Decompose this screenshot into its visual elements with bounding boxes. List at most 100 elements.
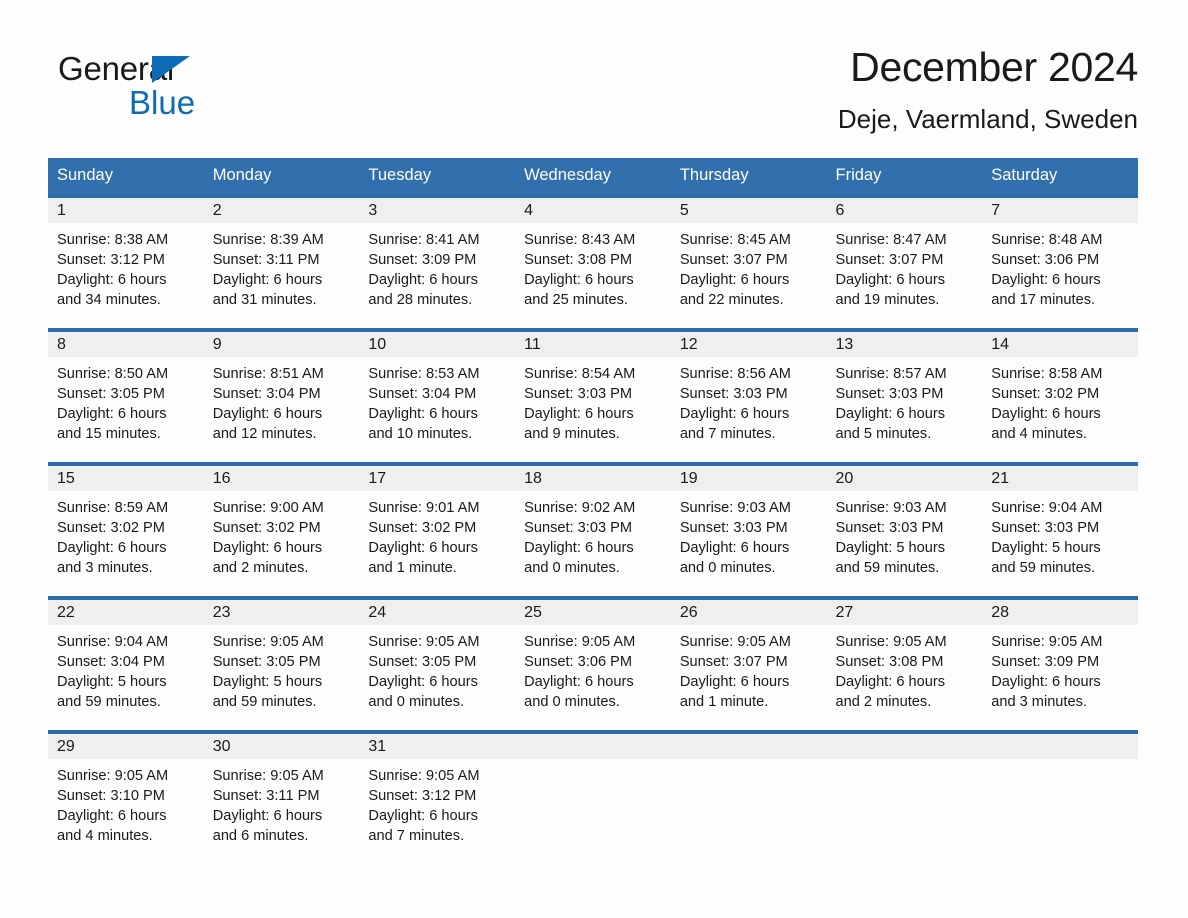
daylight-text-line1: Daylight: 6 hours (679, 674, 790, 691)
daylight-text-line2: and 31 minutes. (212, 292, 317, 309)
calendar-day-cell[interactable]: 4 Sunrise: 8:43 AM Sunset: 3:08 PM Daylight… (515, 194, 671, 331)
sunrise-text: Sunrise: 9:03 AM (835, 500, 947, 517)
calendar-day-cell[interactable]: 19 Sunrise: 9:03 AM Sunset: 3:03 PM Dayligh… (670, 462, 827, 599)
day-number: 15 (48, 466, 204, 492)
calendar-day-cell[interactable]: 31 Sunrise: 9:05 AM Sunset: 3:12 PM Dayligh… (359, 730, 516, 867)
daylight-text-line1: Daylight: 6 hours (212, 540, 323, 557)
calendar-day-cell[interactable]: 21 Sunrise: 9:04 AM Sunset: 3:03 PM Dayligh… (982, 462, 1138, 599)
day-number: 30 (203, 734, 360, 760)
calendar-day-cell[interactable]: 8 Sunrise: 8:50 AM Sunset: 3:05 PM Daylight… (48, 328, 204, 465)
daylight-text-line2: and 19 minutes. (835, 292, 940, 309)
day-details: Sunrise: 8:38 AM Sunset: 3:12 PM Daylight:… (48, 223, 204, 310)
day-details: Sunrise: 8:56 AM Sunset: 3:03 PM Daylight:… (671, 357, 827, 444)
calendar-day-cell[interactable]: 12 Sunrise: 8:56 AM Sunset: 3:03 PM Dayligh… (670, 328, 827, 465)
sunset-text: Sunset: 3:02 PM (212, 520, 321, 537)
calendar-day-cell[interactable]: 5 Sunrise: 8:45 AM Sunset: 3:07 PM Daylight… (670, 194, 827, 331)
weekday-header-thursday: Thursday (670, 158, 827, 197)
page-title: December 2024 (850, 44, 1138, 90)
daylight-text-line1: Daylight: 6 hours (835, 406, 946, 423)
sunrise-text: Sunrise: 9:05 AM (991, 634, 1103, 651)
day-details: Sunrise: 8:41 AM Sunset: 3:09 PM Daylight:… (359, 223, 515, 310)
day-details: Sunrise: 8:53 AM Sunset: 3:04 PM Daylight:… (359, 357, 515, 444)
daylight-text-line2: and 3 minutes. (991, 694, 1087, 711)
sunset-text: Sunset: 3:03 PM (524, 520, 633, 537)
day-details: Sunrise: 8:48 AM Sunset: 3:06 PM Daylight:… (982, 223, 1138, 310)
sunrise-text: Sunrise: 8:45 AM (679, 232, 791, 249)
day-details: Sunrise: 9:05 AM Sunset: 3:11 PM Daylight:… (204, 759, 360, 846)
sunset-text: Sunset: 3:12 PM (57, 252, 165, 269)
daylight-text-line1: Daylight: 5 hours (991, 540, 1101, 557)
generalblue-logo[interactable]: General Blue (58, 44, 208, 120)
calendar-day-cell[interactable]: 9 Sunrise: 8:51 AM Sunset: 3:04 PM Daylight… (203, 328, 360, 465)
calendar-day-cell[interactable]: 11 Sunrise: 8:54 AM Sunset: 3:03 PM Dayligh… (515, 328, 671, 465)
day-details: Sunrise: 9:03 AM Sunset: 3:03 PM Daylight:… (671, 491, 827, 578)
daylight-text-line1: Daylight: 6 hours (524, 674, 634, 691)
calendar-day-cell[interactable]: 30 Sunrise: 9:05 AM Sunset: 3:11 PM Dayligh… (203, 730, 360, 867)
sunrise-text: Sunrise: 9:05 AM (835, 634, 947, 651)
sunrise-text: Sunrise: 8:43 AM (524, 232, 636, 249)
day-details: Sunrise: 9:03 AM Sunset: 3:03 PM Daylight:… (827, 491, 983, 578)
sunset-text: Sunset: 3:03 PM (835, 386, 944, 403)
sunrise-text: Sunrise: 9:05 AM (368, 634, 480, 651)
calendar-day-cell[interactable]: 25 Sunrise: 9:05 AM Sunset: 3:06 PM Dayligh… (515, 596, 671, 733)
daylight-text-line2: and 10 minutes. (368, 426, 473, 443)
calendar-day-cell[interactable]: 27 Sunrise: 9:05 AM Sunset: 3:08 PM Dayligh… (826, 596, 983, 733)
day-details: Sunrise: 9:05 AM Sunset: 3:10 PM Daylight:… (48, 759, 204, 846)
daylight-text-line1: Daylight: 6 hours (368, 540, 478, 557)
daylight-text-line2: and 15 minutes. (57, 426, 161, 443)
calendar-day-cell[interactable]: 3 Sunrise: 8:41 AM Sunset: 3:09 PM Daylight… (359, 194, 516, 331)
calendar-day-cell[interactable]: 26 Sunrise: 9:05 AM Sunset: 3:07 PM Dayligh… (670, 596, 827, 733)
day-details: Sunrise: 9:04 AM Sunset: 3:04 PM Daylight:… (48, 625, 204, 712)
day-number (982, 734, 1138, 760)
sunrise-text: Sunrise: 9:03 AM (679, 500, 791, 517)
sunset-text: Sunset: 3:06 PM (991, 252, 1100, 269)
daylight-text-line2: and 59 minutes. (835, 560, 940, 577)
sunset-text: Sunset: 3:08 PM (835, 654, 944, 671)
day-number (515, 734, 671, 760)
calendar-day-cell[interactable]: 15 Sunrise: 8:59 AM Sunset: 3:02 PM Dayligh… (48, 462, 204, 599)
day-number: 22 (48, 600, 204, 626)
sunset-text: Sunset: 3:04 PM (368, 386, 477, 403)
calendar-day-cell[interactable]: 17 Sunrise: 9:01 AM Sunset: 3:02 PM Dayligh… (359, 462, 516, 599)
sunset-text: Sunset: 3:09 PM (991, 654, 1100, 671)
calendar-day-cell[interactable]: 28 Sunrise: 9:05 AM Sunset: 3:09 PM Dayligh… (982, 596, 1138, 733)
sunrise-text: Sunrise: 8:58 AM (991, 366, 1103, 383)
day-details: Sunrise: 9:04 AM Sunset: 3:03 PM Daylight:… (982, 491, 1138, 578)
calendar-day-cell[interactable]: 20 Sunrise: 9:03 AM Sunset: 3:03 PM Dayligh… (826, 462, 983, 599)
calendar-container: Sunday Monday Tuesday Wednesday Thursday… (48, 158, 1138, 867)
day-details: Sunrise: 9:05 AM Sunset: 3:09 PM Daylight:… (982, 625, 1138, 712)
calendar-day-cell[interactable]: 13 Sunrise: 8:57 AM Sunset: 3:03 PM Dayligh… (826, 328, 983, 465)
sunset-text: Sunset: 3:03 PM (524, 386, 633, 403)
triangle-icon (152, 56, 190, 83)
calendar-day-cell[interactable]: 18 Sunrise: 9:02 AM Sunset: 3:03 PM Dayligh… (515, 462, 671, 599)
calendar-day-cell[interactable]: 6 Sunrise: 8:47 AM Sunset: 3:07 PM Daylight… (826, 194, 983, 331)
calendar-day-cell[interactable]: 2 Sunrise: 8:39 AM Sunset: 3:11 PM Daylight… (203, 194, 360, 331)
calendar-day-cell[interactable]: 7 Sunrise: 8:48 AM Sunset: 3:06 PM Daylight… (982, 194, 1138, 331)
calendar-day-cell[interactable]: 16 Sunrise: 9:00 AM Sunset: 3:02 PM Dayligh… (203, 462, 360, 599)
calendar-day-cell[interactable]: 14 Sunrise: 8:58 AM Sunset: 3:02 PM Dayligh… (982, 328, 1138, 465)
day-number: 14 (982, 332, 1138, 358)
daylight-text-line2: and 0 minutes. (524, 560, 620, 577)
sunset-text: Sunset: 3:11 PM (212, 252, 320, 269)
day-number: 25 (515, 600, 671, 626)
daylight-text-line1: Daylight: 6 hours (524, 406, 634, 423)
weekday-header-friday: Friday (826, 158, 983, 197)
daylight-text-line1: Daylight: 6 hours (991, 272, 1101, 289)
daylight-text-line1: Daylight: 5 hours (835, 540, 946, 557)
day-number: 1 (48, 198, 204, 224)
weekday-header-monday: Monday (203, 158, 360, 197)
day-number: 3 (359, 198, 516, 224)
sunrise-text: Sunrise: 9:04 AM (991, 500, 1103, 517)
calendar-day-cell[interactable]: 1 Sunrise: 8:38 AM Sunset: 3:12 PM Daylight… (48, 194, 204, 331)
calendar-day-cell[interactable]: 24 Sunrise: 9:05 AM Sunset: 3:05 PM Dayligh… (359, 596, 516, 733)
day-number: 27 (826, 600, 983, 626)
weekday-header-tuesday: Tuesday (359, 158, 516, 197)
daylight-text-line2: and 7 minutes. (679, 426, 776, 443)
calendar-day-cell[interactable]: 23 Sunrise: 9:05 AM Sunset: 3:05 PM Dayligh… (203, 596, 360, 733)
calendar-day-cell[interactable]: 29 Sunrise: 9:05 AM Sunset: 3:10 PM Dayligh… (48, 730, 204, 867)
calendar-day-cell[interactable]: 10 Sunrise: 8:53 AM Sunset: 3:04 PM Dayligh… (359, 328, 516, 465)
sunrise-text: Sunrise: 8:47 AM (835, 232, 947, 249)
day-details: Sunrise: 8:39 AM Sunset: 3:11 PM Daylight:… (204, 223, 360, 310)
calendar-day-cell[interactable]: 22 Sunrise: 9:04 AM Sunset: 3:04 PM Dayligh… (48, 596, 204, 733)
weekday-header-saturday: Saturday (982, 158, 1138, 197)
